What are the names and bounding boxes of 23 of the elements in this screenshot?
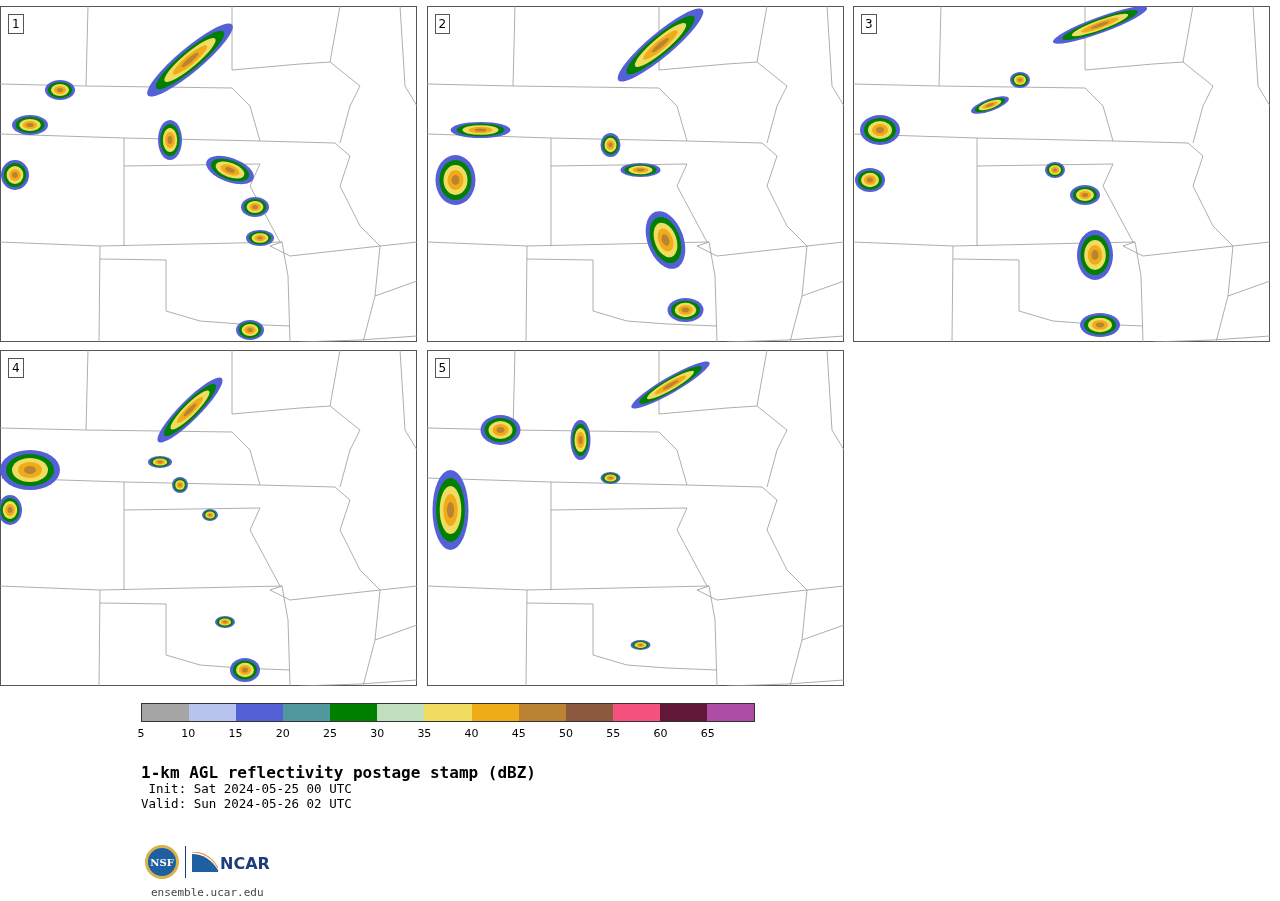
tick-label: 30 bbox=[370, 727, 385, 740]
tick-label: 15 bbox=[228, 727, 243, 740]
tick-label: 45 bbox=[511, 727, 526, 740]
nsf-logo: NSF bbox=[145, 845, 179, 879]
tick-label: 25 bbox=[322, 727, 337, 740]
tick-label: 55 bbox=[606, 727, 621, 740]
valid-time: Valid: Sun 2024-05-26 02 UTC bbox=[141, 796, 352, 811]
tick-label: 65 bbox=[700, 727, 715, 740]
tick-label: 40 bbox=[464, 727, 479, 740]
chart-title: 1-km AGL reflectivity postage stamp (dBZ) bbox=[141, 764, 536, 781]
panel-number: 3 bbox=[861, 14, 877, 34]
tick-label: 35 bbox=[417, 727, 432, 740]
tick-label: 10 bbox=[181, 727, 196, 740]
tick-label: 20 bbox=[275, 727, 290, 740]
tick-label: 60 bbox=[653, 727, 668, 740]
ncar-logo-text: NCAR bbox=[220, 855, 270, 873]
ncar-logo-icon bbox=[192, 852, 218, 872]
panel-number: 1 bbox=[8, 14, 24, 34]
init-time: Init: Sat 2024-05-25 00 UTC bbox=[147, 781, 352, 796]
panel-number: 4 bbox=[8, 358, 24, 378]
tick-label: 5 bbox=[137, 727, 145, 740]
website-url: ensemble.ucar.edu bbox=[151, 885, 264, 901]
tick-label: 50 bbox=[559, 727, 574, 740]
